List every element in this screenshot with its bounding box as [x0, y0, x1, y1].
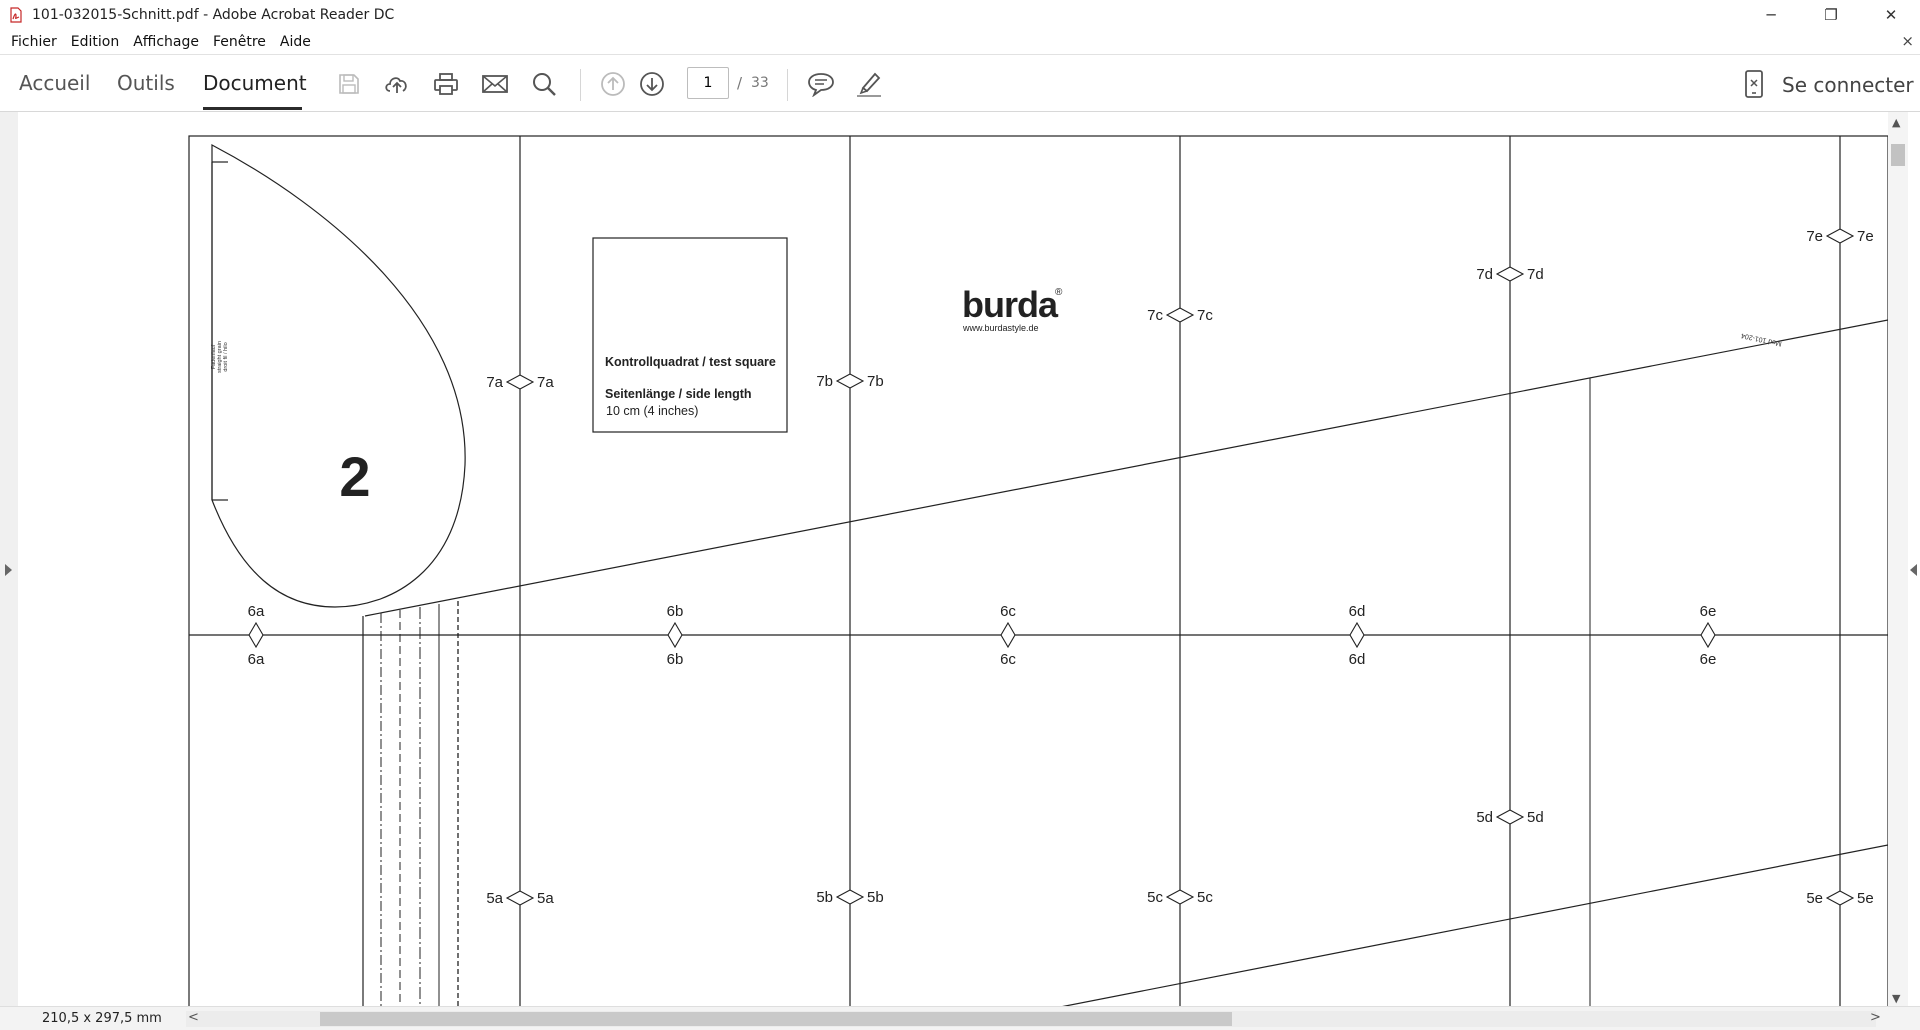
toolbar-separator — [580, 69, 581, 101]
notch-label: 7a — [486, 374, 503, 391]
notch-label: 6a — [248, 651, 265, 668]
notch-label: 7d — [1527, 266, 1544, 283]
brand-mark: ® — [1055, 287, 1063, 298]
minimize-button[interactable]: ─ — [1748, 0, 1794, 30]
page-total: 33 — [751, 75, 769, 91]
save-icon[interactable] — [334, 69, 364, 99]
expand-right-panel-icon[interactable] — [1910, 564, 1917, 576]
scroll-up-button[interactable]: ▲ — [1892, 116, 1900, 129]
close-window-button[interactable]: ✕ — [1868, 0, 1914, 30]
previous-page-icon[interactable] — [598, 69, 628, 99]
notch-label: 6a — [248, 603, 265, 620]
status-bar: 210,5 x 297,5 mm < > — [0, 1006, 1920, 1030]
notch-label: 7d — [1476, 266, 1493, 283]
title-bar: 101-032015-Schnitt.pdf - Adobe Acrobat R… — [0, 0, 1920, 30]
window-title: 101-032015-Schnitt.pdf - Adobe Acrobat R… — [32, 7, 395, 23]
notch-label: 6e — [1700, 603, 1717, 620]
notch-label: 6d — [1349, 603, 1366, 620]
maximize-button[interactable]: ❐ — [1808, 0, 1854, 30]
print-icon[interactable] — [431, 69, 461, 99]
active-tab-indicator — [203, 107, 302, 110]
test-square-side-value: 10 cm (4 inches) — [606, 404, 698, 418]
scroll-down-button[interactable]: ▼ — [1892, 992, 1900, 1005]
test-square-side-label: Seitenlänge / side length — [605, 387, 752, 401]
comment-icon[interactable] — [806, 69, 836, 99]
notch-label: 7c — [1147, 307, 1163, 324]
scroll-left-button[interactable]: < — [188, 1010, 199, 1025]
grain-text: Fadenlauf straight grain droit fil / hil… — [211, 341, 229, 373]
page-number-input[interactable] — [687, 67, 729, 99]
brand-logo: burda — [962, 284, 1059, 325]
notch-label: 7e — [1857, 228, 1874, 245]
notch-label: 5d — [1527, 809, 1544, 826]
notch-label: 6c — [1000, 603, 1016, 620]
notch-label: 7c — [1197, 307, 1213, 324]
notch-label: 7b — [816, 373, 833, 390]
notch-label: 6d — [1349, 651, 1366, 668]
notch-label: 5b — [867, 889, 884, 906]
tab-document[interactable]: Document — [203, 71, 307, 95]
notch-label: 5a — [486, 890, 503, 907]
next-page-icon[interactable] — [637, 69, 667, 99]
notch-label: 7e — [1806, 228, 1823, 245]
pattern-page: Fadenlauf straight grain droit fil / hil… — [188, 135, 1888, 1010]
notch-label: 6c — [1000, 651, 1016, 668]
test-square-title: Kontrollquadrat / test square — [605, 355, 776, 369]
vertical-scrollbar[interactable] — [1888, 112, 1908, 1010]
notch-label: 5c — [1197, 889, 1213, 906]
notch-label: 5a — [537, 890, 554, 907]
notch-label: 5d — [1476, 809, 1493, 826]
email-icon[interactable] — [480, 69, 510, 99]
sign-in-button[interactable]: Se connecter — [1782, 73, 1914, 97]
menu-affichage[interactable]: Affichage — [126, 34, 206, 50]
menu-fenetre[interactable]: Fenêtre — [206, 34, 273, 50]
acrobat-icon — [8, 7, 24, 23]
tab-accueil[interactable]: Accueil — [19, 71, 90, 95]
page-size-readout: 210,5 x 297,5 mm — [42, 1011, 162, 1026]
notch-label: 5b — [816, 889, 833, 906]
horizontal-scrollbar-thumb[interactable] — [320, 1012, 1232, 1026]
notch-label: 5c — [1147, 889, 1163, 906]
test-square — [592, 237, 788, 433]
mobile-device-icon[interactable] — [1739, 69, 1769, 99]
cloud-upload-icon[interactable] — [382, 69, 412, 99]
notch-label: 6b — [667, 603, 684, 620]
vertical-scrollbar-thumb[interactable] — [1891, 144, 1905, 166]
menu-bar: Fichier Edition Affichage Fenêtre Aide × — [0, 30, 1920, 54]
menu-edition[interactable]: Edition — [64, 34, 126, 50]
close-document-button[interactable]: × — [1901, 32, 1914, 50]
toolbar-separator — [787, 69, 788, 101]
menu-aide[interactable]: Aide — [273, 34, 318, 50]
search-icon[interactable] — [529, 69, 559, 99]
notch-label: 6b — [667, 651, 684, 668]
brand-url: www.burdastyle.de — [962, 323, 1039, 333]
notch-label: 5e — [1806, 890, 1823, 907]
tab-outils[interactable]: Outils — [117, 71, 175, 95]
highlight-pen-icon[interactable] — [854, 69, 884, 99]
page-border — [188, 135, 1888, 1010]
grain-text-line: droit fil / hilo — [223, 342, 229, 371]
notch-label: 7b — [867, 373, 884, 390]
notch-label: 6e — [1700, 651, 1717, 668]
menu-fichier[interactable]: Fichier — [4, 34, 64, 50]
document-viewport[interactable]: Fadenlauf straight grain droit fil / hil… — [0, 112, 1920, 1010]
piece-number: 2 — [339, 445, 370, 508]
toolbar: Accueil Outils Document / 33 Se connecte… — [0, 54, 1920, 112]
scroll-right-button[interactable]: > — [1870, 1010, 1881, 1025]
notch-label: 7a — [537, 374, 554, 391]
notch-label: 5e — [1857, 890, 1874, 907]
page-separator: / — [737, 74, 743, 92]
